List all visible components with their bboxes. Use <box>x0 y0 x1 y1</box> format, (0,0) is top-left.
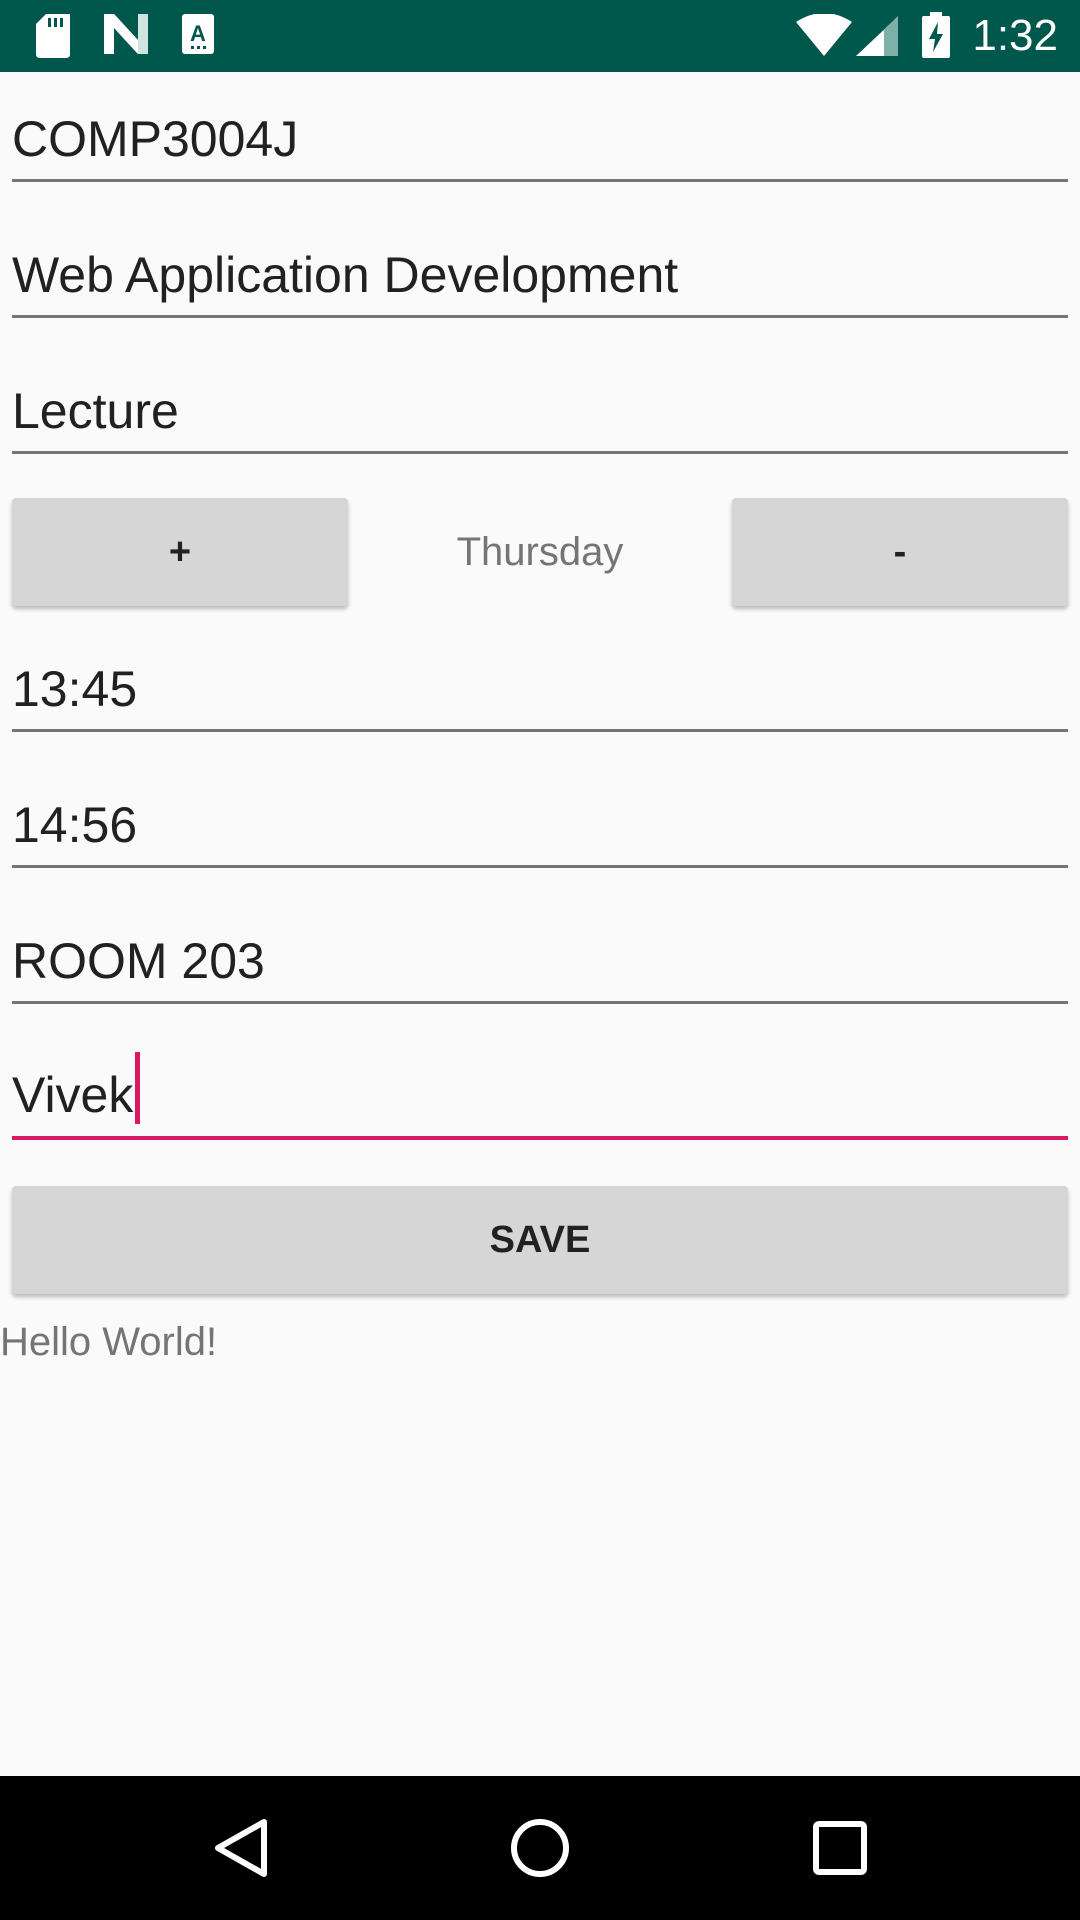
room-field[interactable]: ROOM 203 <box>12 924 1068 1004</box>
room-value: ROOM 203 <box>12 933 265 989</box>
back-icon[interactable] <box>204 1812 276 1884</box>
day-label: Thursday <box>456 529 624 574</box>
home-icon[interactable] <box>504 1812 576 1884</box>
day-plus-button[interactable]: + <box>12 498 348 606</box>
svg-text:A: A <box>190 21 206 46</box>
day-minus-button[interactable]: - <box>732 498 1068 606</box>
wifi-icon <box>796 13 852 61</box>
form-container: COMP3004J Web Application Development Le… <box>0 72 1080 1776</box>
module-name-value: Web Application Development <box>12 247 679 303</box>
hello-text: Hello World! <box>0 1320 218 1364</box>
sd-card-icon <box>36 14 72 63</box>
text-cursor <box>135 1052 141 1124</box>
app-screen: A 1:32 COMP3004J Web Application Develop… <box>0 0 1080 1920</box>
battery-charging-icon <box>922 12 950 63</box>
class-type-value: Lecture <box>12 383 179 439</box>
start-time-value: 13:45 <box>12 661 138 717</box>
end-time-value: 14:56 <box>12 797 138 853</box>
status-bar: A 1:32 <box>0 0 1080 72</box>
module-code-field[interactable]: COMP3004J <box>12 102 1068 182</box>
class-type-field[interactable]: Lecture <box>12 374 1068 454</box>
status-clock: 1:32 <box>972 11 1058 60</box>
recents-icon[interactable] <box>804 1812 876 1884</box>
lecturer-field[interactable]: Vivek <box>12 1052 1068 1140</box>
navigation-bar <box>0 1776 1080 1920</box>
keyboard-a-icon: A <box>182 14 214 59</box>
save-button[interactable]: SAVE <box>12 1186 1068 1294</box>
end-time-field[interactable]: 14:56 <box>12 788 1068 868</box>
n-notification-icon <box>104 14 148 59</box>
module-name-field[interactable]: Web Application Development <box>12 238 1068 318</box>
lecturer-value: Vivek <box>12 1067 134 1123</box>
module-code-value: COMP3004J <box>12 111 299 167</box>
start-time-field[interactable]: 13:45 <box>12 652 1068 732</box>
cell-signal-icon <box>856 16 898 61</box>
lecturer-value-wrap: Vivek <box>12 1052 141 1124</box>
